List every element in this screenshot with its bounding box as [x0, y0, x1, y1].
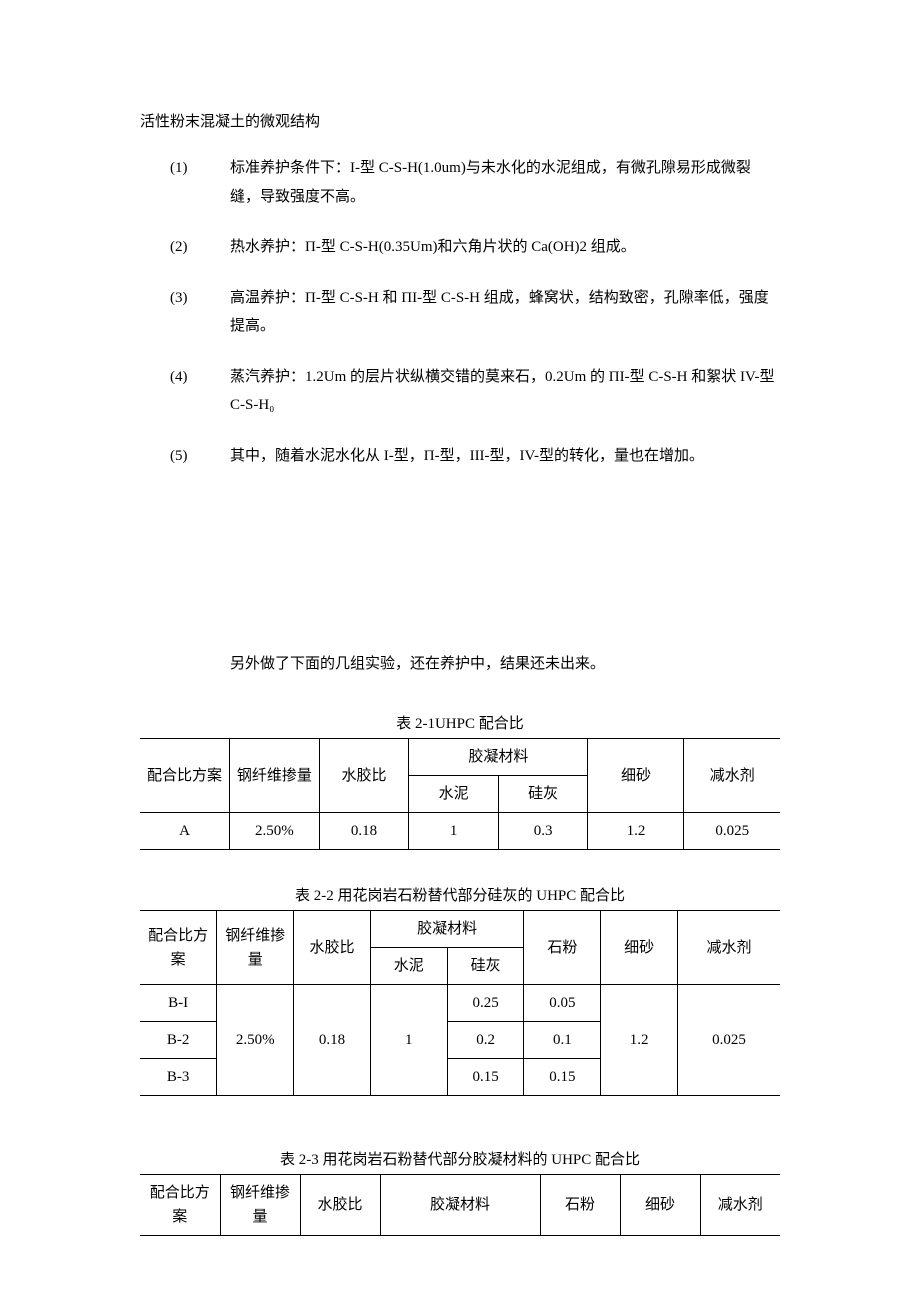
cell: B-I	[140, 985, 217, 1022]
col-header: 胶凝材料	[380, 1175, 540, 1236]
col-header: 减水剂	[700, 1175, 780, 1236]
col-header: 钢纤维掺量	[220, 1175, 300, 1236]
spacer	[140, 492, 780, 652]
cell: 0.18	[319, 813, 409, 850]
item-number: (3)	[140, 284, 230, 341]
list-item: (2) 热水养护：П-型 C-S-H(0.35Um)和六角片状的 Ca(OH)2…	[140, 233, 780, 262]
note-text: 另外做了下面的几组实验，还在养护中，结果还未出来。	[230, 652, 780, 676]
table-caption: 表 2-1UHPC 配合比	[140, 712, 780, 738]
cell: 0.15	[524, 1059, 601, 1096]
section-title: 活性粉末混凝土的微观结构	[140, 110, 780, 134]
cell: 0.025	[678, 985, 780, 1096]
item-text: 高温养护：П-型 C-S-H 和 ПI-型 C-S-H 组成，蜂窝状，结构致密，…	[230, 284, 780, 341]
cell: 0.3	[498, 813, 588, 850]
cell: 2.50%	[217, 985, 294, 1096]
cell: 1.2	[588, 813, 684, 850]
table-1: 配合比方案 钢纤维掺量 水胶比 胶凝材料 细砂 减水剂 水泥 硅灰 A 2.50…	[140, 738, 780, 850]
item-text: 蒸汽养护：1.2Um 的层片状纵横交错的莫来石，0.2Um 的 ПI-型 C-S…	[230, 363, 780, 420]
table-2: 配合比方案 钢纤维掺量 水胶比 胶凝材料 石粉 细砂 减水剂 水泥 硅灰 B-I…	[140, 910, 780, 1096]
cell: 0.1	[524, 1022, 601, 1059]
col-header: 钢纤维掺量	[230, 739, 320, 813]
cell: 0.05	[524, 985, 601, 1022]
cell: 0.025	[684, 813, 780, 850]
item-number: (4)	[140, 363, 230, 420]
col-header: 细砂	[588, 739, 684, 813]
item-text: 热水养护：П-型 C-S-H(0.35Um)和六角片状的 Ca(OH)2 组成。	[230, 233, 780, 262]
item-number: (1)	[140, 154, 230, 211]
cell: A	[140, 813, 230, 850]
col-header: 减水剂	[684, 739, 780, 813]
cell: 1	[370, 985, 447, 1096]
col-header: 胶凝材料	[370, 911, 524, 948]
col-header: 钢纤维掺量	[217, 911, 294, 985]
col-subheader: 硅灰	[447, 948, 524, 985]
cell: 0.15	[447, 1059, 524, 1096]
table-3: 配合比方案 钢纤维掺量 水胶比 胶凝材料 石粉 细砂 减水剂	[140, 1174, 780, 1236]
item-text: 标准养护条件下：I-型 C-S-H(1.0um)与未水化的水泥组成，有微孔隙易形…	[230, 154, 780, 211]
list-item: (3) 高温养护：П-型 C-S-H 和 ПI-型 C-S-H 组成，蜂窝状，结…	[140, 284, 780, 341]
cell: 1	[409, 813, 499, 850]
col-header: 石粉	[524, 911, 601, 985]
col-header: 配合比方案	[140, 911, 217, 985]
spacer	[140, 1130, 780, 1148]
cell: B-3	[140, 1059, 217, 1096]
page: 活性粉末混凝土的微观结构 (1) 标准养护条件下：I-型 C-S-H(1.0um…	[0, 0, 920, 1301]
item-number: (2)	[140, 233, 230, 262]
cell: B-2	[140, 1022, 217, 1059]
col-header: 细砂	[601, 911, 678, 985]
item-number: (5)	[140, 442, 230, 471]
table-caption: 表 2-3 用花岗岩石粉替代部分胶凝材料的 UHPC 配合比	[140, 1148, 780, 1174]
col-header: 水胶比	[294, 911, 371, 985]
col-header: 胶凝材料	[409, 739, 588, 776]
cell: 1.2	[601, 985, 678, 1096]
list-item: (5) 其中，随着水泥水化从 I-型，П-型，III-型，IV-型的转化，量也在…	[140, 442, 780, 471]
col-subheader: 硅灰	[498, 776, 588, 813]
col-header: 细砂	[620, 1175, 700, 1236]
table-caption: 表 2-2 用花岗岩石粉替代部分硅灰的 UHPC 配合比	[140, 884, 780, 910]
list-item: (1) 标准养护条件下：I-型 C-S-H(1.0um)与未水化的水泥组成，有微…	[140, 154, 780, 211]
col-header: 配合比方案	[140, 1175, 220, 1236]
col-header: 减水剂	[678, 911, 780, 985]
item-text: 其中，随着水泥水化从 I-型，П-型，III-型，IV-型的转化，量也在增加。	[230, 442, 780, 471]
col-header: 石粉	[540, 1175, 620, 1236]
cell: 0.18	[294, 985, 371, 1096]
cell: 0.25	[447, 985, 524, 1022]
col-header: 水胶比	[300, 1175, 380, 1236]
col-header: 配合比方案	[140, 739, 230, 813]
cell: 0.2	[447, 1022, 524, 1059]
list-item: (4) 蒸汽养护：1.2Um 的层片状纵横交错的莫来石，0.2Um 的 ПI-型…	[140, 363, 780, 420]
col-header: 水胶比	[319, 739, 409, 813]
cell: 2.50%	[230, 813, 320, 850]
col-subheader: 水泥	[409, 776, 499, 813]
col-subheader: 水泥	[370, 948, 447, 985]
